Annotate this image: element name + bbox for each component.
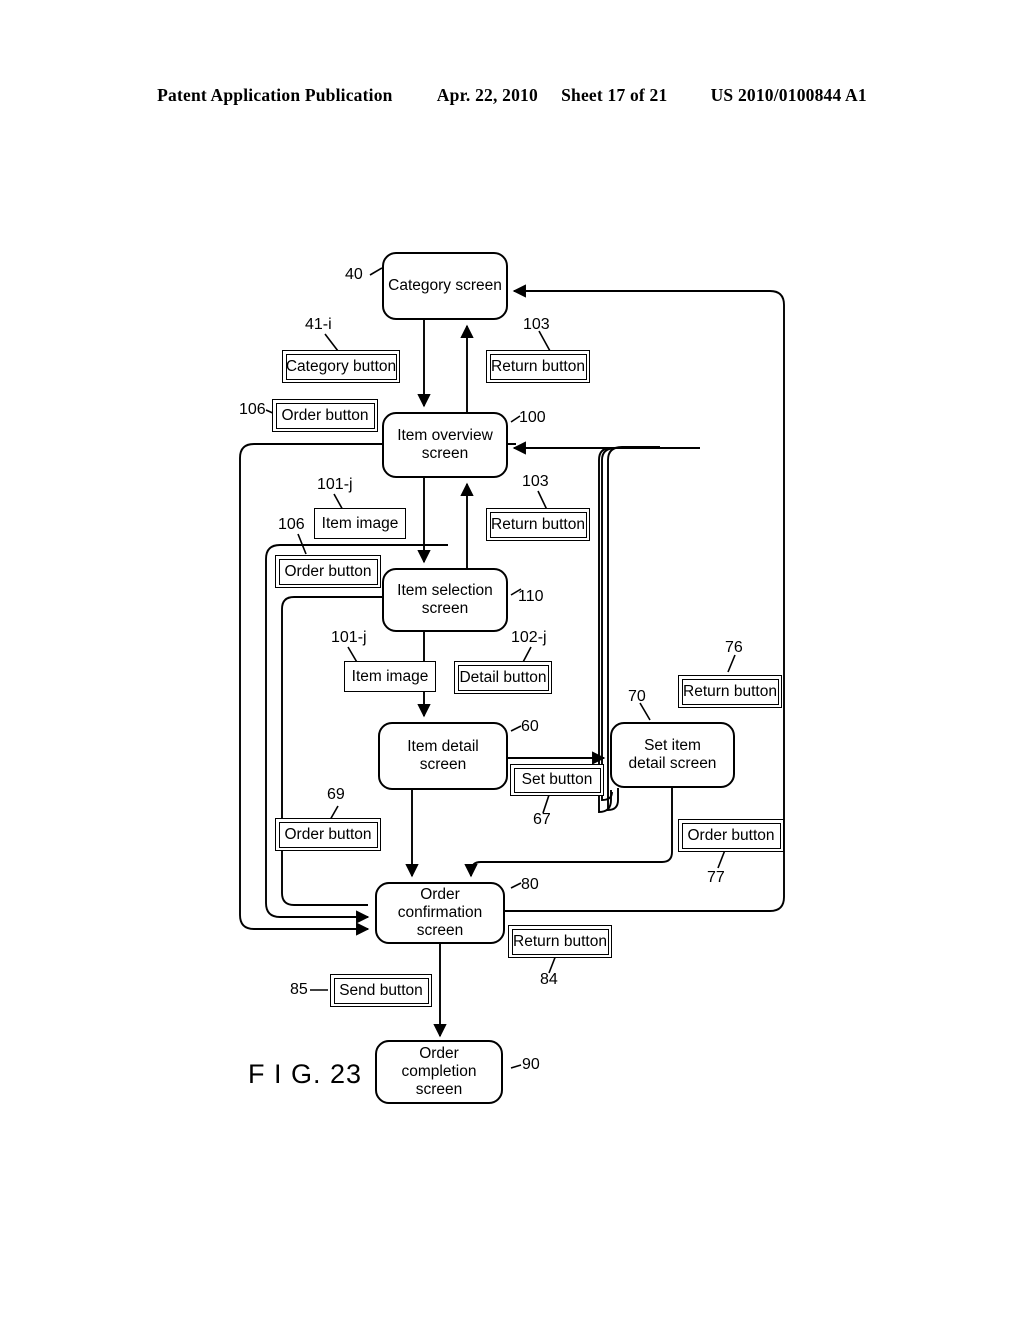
figure-caption: F I G. 23 [248,1059,363,1089]
figure-23-diagram: Category screen Item overview screen Ite… [0,0,1024,1320]
button-send[interactable]: Send button [330,974,432,1007]
ref-41-i: 41-i [305,316,332,333]
button-order-69[interactable]: Order button [275,818,381,851]
button-set-label: Set button [513,767,601,793]
node-order-completion-screen[interactable]: Order completion screen [375,1040,503,1104]
button-send-label: Send button [333,977,429,1004]
button-category-label: Category button [285,353,397,380]
button-return-103-mid[interactable]: Return button [486,508,590,541]
node-item-overview-screen[interactable]: Item overview screen [382,412,508,478]
ref-101-j-lower: 101-j [331,629,367,646]
node-item-selection-screen[interactable]: Item selection screen [382,568,508,632]
button-order-106-top[interactable]: Order button [272,399,378,432]
ref-60: 60 [521,718,539,735]
ref-76: 76 [725,639,743,656]
ref-67: 67 [533,811,551,828]
button-order-106-mid[interactable]: Order button [275,555,381,588]
box-item-image-lower-label: Item image [351,667,429,685]
ref-90: 90 [522,1056,540,1073]
node-set-item-detail-screen-label-line1: Set item [644,737,701,755]
button-return-103-top[interactable]: Return button [486,350,590,383]
button-order-77[interactable]: Order button [678,819,784,852]
ref-106-mid: 106 [278,516,305,533]
node-order-confirmation-screen[interactable]: Order confirmation screen [375,882,505,944]
ref-40: 40 [345,266,363,283]
button-detail[interactable]: Detail button [454,661,552,694]
node-item-selection-screen-label-line1: Item selection [397,582,493,600]
ref-103-mid: 103 [522,473,549,490]
button-order-106-mid-label: Order button [278,558,378,585]
node-category-screen-label: Category screen [388,277,502,295]
button-return-84-label: Return button [511,928,609,955]
node-item-overview-screen-label-line1: Item overview [397,427,493,445]
connector-lines [239,267,785,1069]
node-category-screen[interactable]: Category screen [382,252,508,320]
button-return-76[interactable]: Return button [678,675,782,708]
node-item-selection-screen-label-line2: screen [421,600,469,617]
node-set-item-detail-screen[interactable]: Set item detail screen [610,722,735,788]
node-order-completion-screen-label-line2: screen [415,1080,463,1098]
button-category[interactable]: Category button [282,350,400,383]
ref-102-j: 102-j [511,629,547,646]
node-item-detail-screen[interactable]: Item detail screen [378,722,508,790]
ref-110: 110 [518,588,544,605]
button-set[interactable]: Set button [510,764,604,796]
node-item-overview-screen-label-line2: screen [421,445,469,462]
ref-101-j-upper: 101-j [317,476,353,493]
button-order-69-label: Order button [278,821,378,848]
node-order-completion-screen-label-line1: Order completion [401,1045,477,1081]
button-return-84[interactable]: Return button [508,925,612,958]
button-detail-label: Detail button [457,664,549,691]
button-return-103-top-label: Return button [489,353,587,380]
button-order-106-top-label: Order button [275,402,375,429]
ref-80: 80 [521,876,539,893]
box-item-image-lower: Item image [344,661,436,692]
node-order-confirmation-screen-label-line2: screen [416,921,464,939]
node-order-confirmation-screen-label-line1: Order confirmation [397,886,483,922]
ref-69: 69 [327,786,345,803]
box-item-image-upper-label: Item image [321,514,399,532]
node-set-item-detail-screen-label-line2: detail screen [628,755,717,772]
ref-106-top: 106 [239,401,266,418]
ref-70: 70 [628,688,646,705]
button-return-103-mid-label: Return button [489,511,587,538]
ref-85: 85 [290,981,308,998]
ref-77: 77 [707,869,725,886]
node-item-detail-screen-label: Item detail screen [407,738,479,773]
button-order-77-label: Order button [681,822,781,849]
box-item-image-upper: Item image [314,508,406,539]
ref-84: 84 [540,971,558,988]
ref-100: 100 [519,409,546,426]
ref-103-top: 103 [523,316,550,333]
button-return-76-label: Return button [681,678,779,705]
